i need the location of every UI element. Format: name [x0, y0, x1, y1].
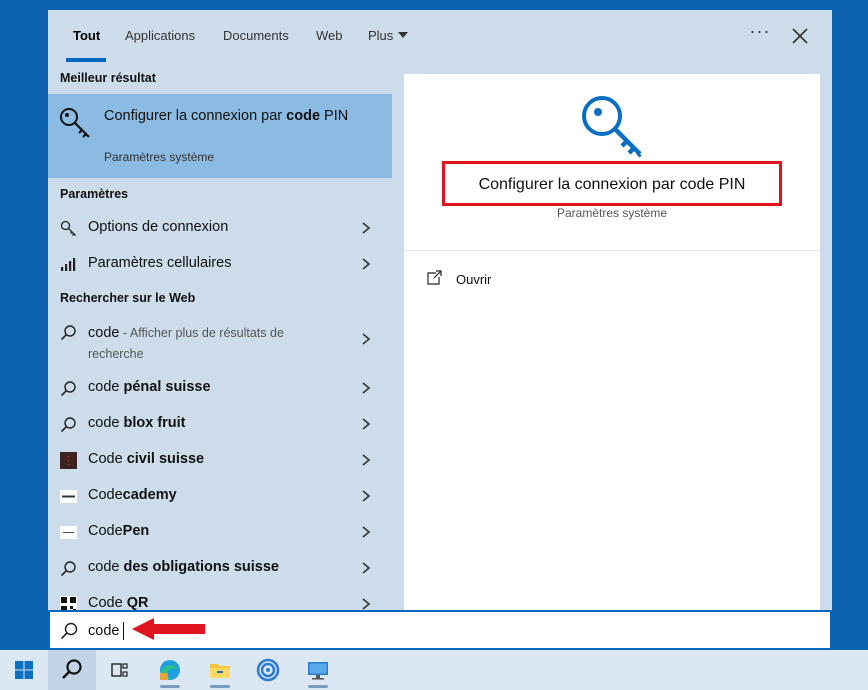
list-item-label: code blox fruit — [88, 415, 186, 431]
task-view-icon — [111, 663, 128, 677]
running-indicator — [160, 685, 180, 688]
windows-logo-icon — [15, 661, 33, 679]
text-cursor — [123, 622, 124, 640]
tab-all[interactable]: Tout — [73, 28, 100, 43]
list-item-sign-in-options[interactable]: Options de connexion — [48, 210, 392, 246]
chevron-right-icon — [362, 258, 371, 270]
search-icon — [60, 622, 78, 640]
list-item-label: Paramètres cellulaires — [88, 255, 232, 271]
list-item-web-suggestion[interactable]: code des obligations suisse — [48, 550, 392, 586]
chevron-right-icon — [362, 382, 371, 394]
taskbar-search-button[interactable] — [48, 650, 96, 690]
web-search-header: Rechercher sur le Web — [60, 291, 196, 305]
list-item-cellular-settings[interactable]: Paramètres cellulaires — [48, 246, 392, 282]
list-item-label: Codecademy — [88, 487, 177, 503]
close-icon — [792, 28, 808, 44]
key-icon — [582, 96, 642, 158]
search-icon — [60, 561, 76, 577]
taskbar-app-edge[interactable] — [146, 650, 194, 690]
list-item-label: Code QR — [88, 595, 149, 610]
settings-header: Paramètres — [60, 187, 129, 201]
monitor-icon — [308, 662, 328, 680]
list-item-label: code pénal suisse — [88, 379, 211, 395]
qr-icon — [60, 596, 77, 610]
tab-more-label: Plus — [368, 28, 394, 43]
chevron-right-icon — [362, 490, 371, 502]
detail-subtitle: Paramètres système — [556, 206, 668, 220]
site-thumbnail-icon — [60, 452, 77, 469]
caret-down-icon — [398, 32, 409, 38]
divider — [404, 250, 820, 251]
running-indicator — [210, 685, 230, 688]
list-item-web-suggestion[interactable]: Codecademy — [48, 478, 392, 514]
chevron-right-icon — [362, 418, 371, 430]
running-indicator — [308, 685, 328, 688]
open-action[interactable]: Ouvrir — [426, 268, 626, 292]
list-item-web-more-results[interactable]: code - Afficher plus de résultats de rec… — [48, 314, 392, 364]
key-icon — [60, 220, 76, 236]
taskbar-app-file-explorer[interactable] — [196, 650, 244, 690]
list-item-label: code - Afficher plus de résultats de rec… — [88, 325, 284, 361]
list-item-label: code des obligations suisse — [88, 559, 279, 575]
task-view-button[interactable] — [96, 650, 144, 690]
filter-tabs: Tout Applications Documents Web Plus ··· — [48, 10, 832, 62]
tab-documents[interactable]: Documents — [223, 28, 289, 43]
chevron-right-icon — [362, 562, 371, 574]
taskbar-app-remote-desktop[interactable] — [294, 650, 342, 690]
taskbar — [0, 650, 868, 690]
list-item-web-suggestion[interactable]: Code QR — [48, 586, 392, 610]
open-label: Ouvrir — [456, 272, 492, 287]
chevron-right-icon — [362, 333, 371, 345]
search-icon — [60, 325, 76, 341]
list-item-label: CodePen — [88, 523, 150, 539]
chevron-right-icon — [362, 598, 371, 610]
start-button[interactable] — [0, 650, 48, 690]
chevron-right-icon — [362, 222, 371, 234]
search-icon — [62, 659, 82, 679]
best-match-header: Meilleur résultat — [60, 71, 156, 85]
tab-applications[interactable]: Applications — [125, 28, 195, 43]
taskbar-app-circular[interactable] — [244, 650, 292, 690]
search-panel: Tout Applications Documents Web Plus ···… — [48, 10, 832, 610]
chevron-right-icon — [362, 454, 371, 466]
search-icon — [60, 381, 76, 397]
edge-browser-icon — [160, 660, 180, 680]
site-thumbnail-icon — [60, 490, 77, 503]
chevron-right-icon — [362, 526, 371, 538]
key-icon — [60, 108, 90, 138]
list-item-web-suggestion[interactable]: code blox fruit — [48, 406, 392, 442]
more-options-button[interactable]: ··· — [748, 22, 772, 44]
cellular-icon — [61, 258, 76, 271]
list-item-web-suggestion[interactable]: Code civil suisse — [48, 442, 392, 478]
site-thumbnail-icon — [60, 526, 77, 539]
best-match-title: Configurer la connexion par code PIN — [104, 108, 349, 124]
active-tab-indicator — [66, 58, 106, 62]
app-circle-icon — [256, 658, 280, 682]
best-match-subtitle: Paramètres système — [104, 150, 215, 164]
search-icon — [60, 417, 76, 433]
tab-web[interactable]: Web — [316, 28, 343, 43]
highlight-box — [442, 161, 782, 206]
close-button[interactable] — [788, 24, 812, 48]
list-item-label: Options de connexion — [88, 219, 229, 235]
list-item-web-suggestion[interactable]: code pénal suisse — [48, 370, 392, 406]
folder-icon — [210, 664, 230, 678]
best-match-item[interactable]: Configurer la connexion par code PIN Par… — [48, 94, 392, 178]
tab-more[interactable]: Plus — [368, 28, 409, 43]
list-item-web-suggestion[interactable]: CodePen — [48, 514, 392, 550]
open-external-icon — [427, 270, 442, 285]
list-item-label: Code civil suisse — [88, 451, 205, 467]
detail-pane: Configurer la connexion par code PIN Par… — [404, 74, 820, 610]
red-arrow-icon — [132, 618, 205, 640]
